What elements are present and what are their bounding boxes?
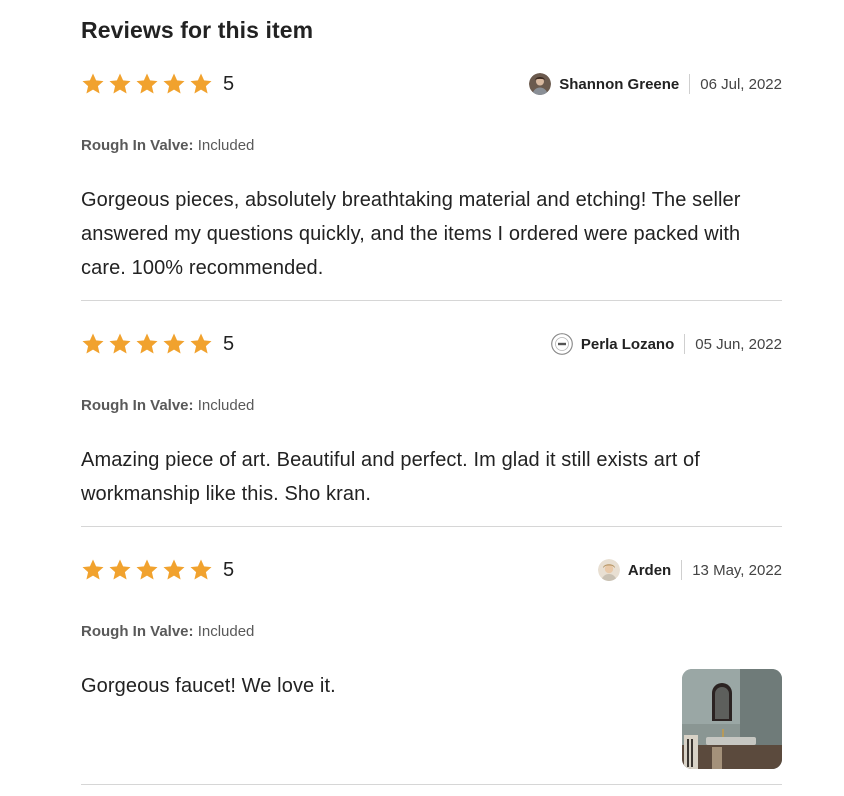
review-date: 05 Jun, 2022	[695, 335, 782, 353]
review-item: 5 Arden 13 May, 2022	[81, 553, 782, 587]
star-icon	[108, 332, 132, 356]
star-icon	[189, 72, 213, 96]
rating-value: 5	[223, 333, 235, 355]
variation-label: Rough In Valve:	[81, 397, 194, 414]
rating-value: 5	[223, 559, 235, 581]
star-icon	[108, 558, 132, 582]
variation-value: Included	[197, 137, 255, 154]
star-rating: 5	[81, 67, 234, 101]
star-icon	[81, 72, 105, 96]
reviewer-name[interactable]: Shannon Greene	[559, 76, 679, 93]
review-item: 5 Perla Lozano 05 Jun, 2022	[81, 327, 782, 361]
star-icon	[108, 72, 132, 96]
star-icon	[81, 558, 105, 582]
review-header: 5 Shannon Greene 06 Jul, 2022	[81, 67, 782, 101]
review-divider	[81, 300, 782, 301]
user-photo-avatar[interactable]	[597, 559, 620, 581]
reviewer-meta: Shannon Greene 06 Jul, 2022	[529, 67, 782, 101]
review-text: Gorgeous pieces, absolutely breathtaking…	[81, 189, 741, 279]
variation-info: Rough In Valve: Included	[81, 397, 254, 414]
review-divider	[81, 526, 782, 527]
star-rating: 5	[81, 327, 234, 361]
review-item: 5 Shannon Greene 06 Jul, 2022	[81, 67, 782, 101]
section-title: Reviews for this item	[81, 17, 314, 43]
review-date: 06 Jul, 2022	[700, 75, 782, 93]
star-icon	[81, 332, 105, 356]
star-icon	[162, 332, 186, 356]
variation-info: Rough In Valve: Included	[81, 623, 254, 640]
variation-info: Rough In Valve: Included	[81, 137, 254, 154]
meta-divider	[689, 74, 691, 94]
reviewer-name[interactable]: Arden	[628, 562, 671, 579]
star-icon	[135, 332, 159, 356]
review-text: Gorgeous faucet! We love it.	[81, 675, 336, 697]
variation-value: Included	[197, 397, 255, 414]
reviewer-name[interactable]: Perla Lozano	[581, 336, 674, 353]
star-icon	[162, 558, 186, 582]
review-header: 5 Perla Lozano 05 Jun, 2022	[81, 327, 782, 361]
rating-value: 5	[223, 73, 235, 95]
review-text: Amazing piece of art. Beautiful and perf…	[81, 449, 700, 505]
review-photo[interactable]	[682, 669, 782, 769]
star-icon	[189, 558, 213, 582]
variation-value: Included	[197, 623, 255, 640]
user-photo-avatar[interactable]	[529, 73, 552, 95]
meta-divider	[681, 560, 683, 580]
review-date: 13 May, 2022	[692, 561, 782, 579]
star-icon	[162, 72, 186, 96]
star-icon	[189, 332, 213, 356]
reviewer-meta: Arden 13 May, 2022	[597, 553, 782, 587]
variation-label: Rough In Valve:	[81, 137, 194, 154]
variation-label: Rough In Valve:	[81, 623, 194, 640]
star-icon	[135, 558, 159, 582]
reviewer-meta: Perla Lozano 05 Jun, 2022	[550, 327, 782, 361]
logo-badge-avatar[interactable]	[550, 333, 573, 355]
star-rating: 5	[81, 553, 234, 587]
review-divider	[81, 784, 782, 785]
meta-divider	[684, 334, 686, 354]
review-header: 5 Arden 13 May, 2022	[81, 553, 782, 587]
star-icon	[135, 72, 159, 96]
